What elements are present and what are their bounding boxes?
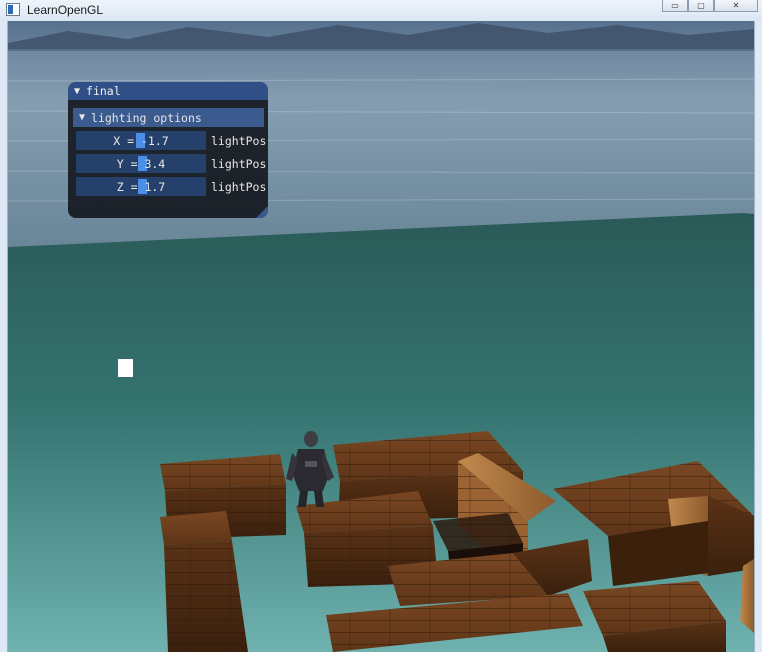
window-title: LearnOpenGL	[27, 3, 104, 17]
section-label: lighting options	[91, 110, 202, 125]
slider-value-y: Y = 3.4	[116, 156, 166, 171]
slider-row-x: X = -1.7 lightPos	[76, 131, 266, 150]
slider-value-x: X = -1.7	[113, 133, 169, 148]
imgui-window-title: final	[86, 84, 121, 98]
minimize-button[interactable]: ▭	[662, 0, 688, 12]
slider-row-z: Z = 1.7 lightPos	[76, 177, 266, 196]
slider-label-z: lightPos	[211, 179, 267, 194]
resize-grip[interactable]	[256, 206, 268, 218]
collapse-arrow-icon[interactable]: ▼	[74, 86, 80, 97]
slider-row-y: Y = 3.4 lightPos	[76, 154, 266, 173]
window-titlebar[interactable]: LearnOpenGL ▭ ▢ ✕	[0, 0, 762, 22]
slider-value-z: Z = 1.7	[116, 179, 166, 194]
section-arrow-icon: ▼	[79, 112, 86, 123]
imgui-title-bar[interactable]: ▼ final	[68, 82, 268, 100]
close-button[interactable]: ✕	[714, 0, 758, 12]
window-frame-left	[0, 21, 8, 652]
lightpos-z-slider[interactable]: Z = 1.7	[76, 177, 206, 196]
lighting-options-header[interactable]: ▼ lighting options	[73, 108, 264, 127]
window-controls: ▭ ▢ ✕	[662, 0, 758, 12]
window-frame-right	[754, 21, 762, 652]
slider-label-x: lightPos	[211, 133, 267, 148]
app-icon	[6, 3, 20, 16]
lightpos-y-slider[interactable]: Y = 3.4	[76, 154, 206, 173]
imgui-window[interactable]: ▼ final ▼ lighting options X = -1.7 ligh…	[68, 82, 268, 218]
lightpos-x-slider[interactable]: X = -1.7	[76, 131, 206, 150]
light-cube	[118, 359, 133, 377]
maximize-button[interactable]: ▢	[688, 0, 714, 12]
slider-label-y: lightPos	[211, 156, 267, 171]
